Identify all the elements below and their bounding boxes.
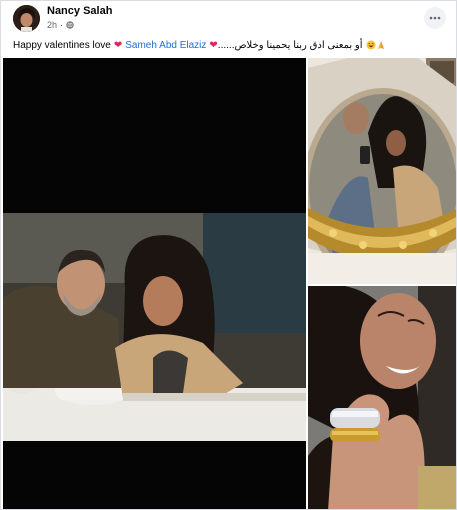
photo-ring-closeup[interactable] [308, 286, 456, 509]
post-header: Nancy Salah 2h · [1, 1, 456, 35]
praying-hands-emoji-icon [376, 40, 386, 50]
heart-emoji-2: ❤ [209, 39, 218, 51]
heart-emoji: ❤ [113, 39, 123, 51]
facebook-post-card: Nancy Salah 2h · Happy valentines love ❤… [0, 0, 457, 510]
tagged-user-link[interactable]: Sameh Abd Elaziz [125, 40, 206, 51]
photo-mirror-selfie[interactable] [308, 58, 456, 284]
author-name[interactable]: Nancy Salah [47, 5, 112, 17]
post-meta: 2h · [47, 20, 74, 30]
post-caption: Happy valentines love ❤ Sameh Abd Elaziz… [13, 38, 453, 52]
author-avatar[interactable] [13, 5, 40, 32]
post-timestamp[interactable]: 2h [47, 20, 57, 30]
caption-arabic-text: أو بمعنى ادق ربنا يحمينا وخلاص...... [217, 39, 363, 51]
globe-icon [66, 21, 74, 29]
more-options-icon [429, 16, 441, 20]
caption-text: Happy valentines love [13, 39, 111, 51]
laughing-emoji-icon [366, 40, 376, 50]
more-options-button[interactable] [424, 7, 446, 29]
photo-main-couple[interactable] [3, 58, 306, 509]
